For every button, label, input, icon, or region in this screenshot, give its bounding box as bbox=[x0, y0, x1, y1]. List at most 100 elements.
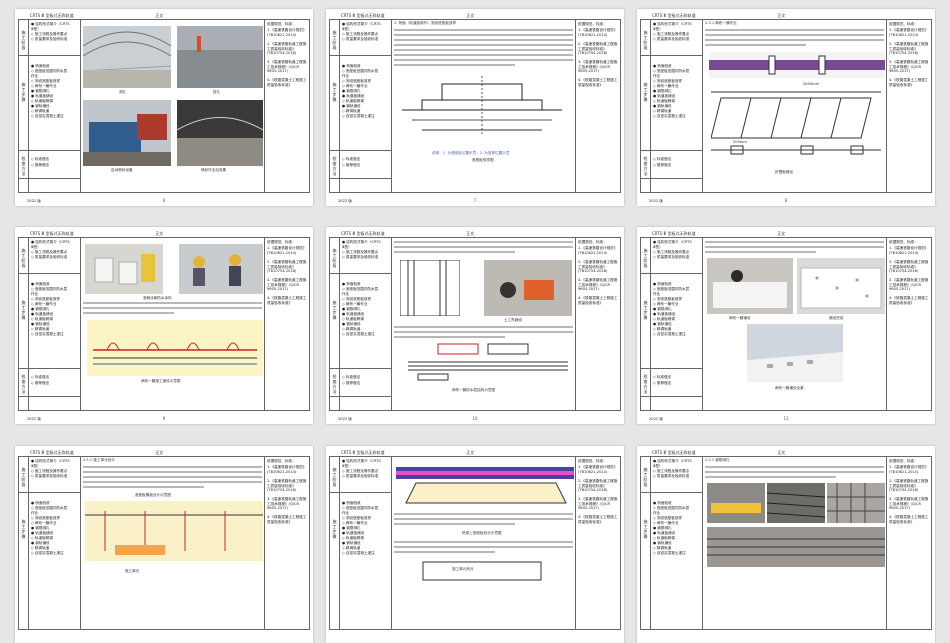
text-label: ● 结构形式简介（CRTS bbox=[342, 459, 381, 463]
text-label: ◇ 施工流程及操作要点 bbox=[342, 469, 379, 473]
text-label: 4.《铁路混凝土工程施工质量验收标准》 bbox=[889, 296, 929, 305]
text-label: 依据规范、标准： bbox=[889, 22, 918, 26]
text-label: 9 bbox=[162, 416, 166, 421]
doc-page-9[interactable]: CRTS Ⅲ 型板式无砟轨道 正文 施工阶段 施工步骤 检查方法 ● 结构形式简介（C… bbox=[15, 227, 313, 424]
text-label: ◇ 推荐做法 bbox=[342, 381, 361, 385]
text-label: 2.5.1 钢筋绑扎 bbox=[705, 458, 730, 462]
doc-page-10[interactable]: CRTS Ⅲ 型板式无砟轨道 正文 施工阶段 施工步骤 检查方法 ● 结构形式简介（C… bbox=[326, 227, 624, 424]
text-label: 作业 bbox=[31, 511, 39, 515]
text-label: ◇ 轨道板精调 bbox=[31, 536, 53, 540]
text-label: 1.《高速铁路设计规范》(TB10621-2014) bbox=[578, 28, 618, 37]
text-label: ● 桥面验收 bbox=[31, 64, 50, 68]
text-label: 施工步骤 bbox=[21, 300, 26, 320]
text-label: 作业 bbox=[653, 511, 661, 515]
photo-result bbox=[177, 100, 263, 166]
photo-laying bbox=[707, 258, 793, 314]
text-label: ● 钢筋绑扎 bbox=[653, 526, 672, 530]
doc-page-8[interactable]: CRTS Ⅲ 型板式无砟轨道 正文 施工阶段 施工步骤 检查方法 ● 结构形式简介（C… bbox=[637, 9, 935, 206]
left-label-column: 施工阶段 施工步骤 检查方法 bbox=[19, 20, 29, 192]
doc-page-14[interactable]: CRTS Ⅲ 型板式无砟轨道 正文 施工阶段 施工步骤 ● 结构形式简介（CRTS Ⅲ… bbox=[637, 446, 935, 643]
text-label: ◇ 轨道板精调 bbox=[653, 317, 675, 321]
doc-page-7[interactable]: CRTS Ⅲ 型板式无砟轨道 正文 施工阶段 施工步骤 检查方法 ● 结构形式简介（C… bbox=[326, 9, 624, 206]
text-label: ◇ 两布一膜作业 bbox=[31, 521, 57, 525]
photo-workers bbox=[179, 244, 263, 294]
page-number: 6 bbox=[162, 198, 166, 203]
photo-geotextile bbox=[484, 260, 572, 316]
doc-page-11[interactable]: CRTS Ⅲ 型板式无砟轨道 正文 施工阶段 施工步骤 检查方法 ● 结构形式简介（C… bbox=[637, 227, 935, 424]
text-label: ◇ 测设底座板放样 bbox=[653, 297, 683, 301]
text-label: ● 桥面验收 bbox=[342, 501, 361, 505]
label-jiance: 检查方法 bbox=[21, 156, 26, 176]
text-label: 3.《高速铁路轨道工程施工技术规程》(Q/CR 9605-2017) bbox=[578, 278, 618, 292]
text-label: ◇ 自密实混凝土灌注 bbox=[342, 114, 375, 118]
text-label: ◇ 质量要求及验收标准 bbox=[31, 37, 68, 41]
text-label: 2.《高速铁路轨道工程施工质量验收标准》(TB10754-2018) bbox=[578, 260, 618, 274]
text-label: ● 轨道板铺设 bbox=[653, 94, 676, 98]
text-label: ◇ 测设底座板放样 bbox=[31, 297, 61, 301]
text-label: ◇ 两布一膜作业 bbox=[342, 302, 368, 306]
text-label: ● 轨道板铺设 bbox=[342, 312, 365, 316]
text-label: ● 钢轨铺设 bbox=[653, 322, 672, 326]
text-label: 施工步骤 bbox=[332, 82, 337, 102]
text-label: 作业 bbox=[342, 511, 350, 515]
toc-column: ● 结构形式简介（CRTS Ⅲ型） ◇ 施工流程及操作要点 ◇ 质量要求及验收标准 ●… bbox=[29, 20, 81, 192]
text-label: ◇ 轨道板精调 bbox=[342, 317, 364, 321]
flow-box bbox=[422, 561, 542, 581]
text-label: ◇ 质量要求及验收标准 bbox=[653, 37, 690, 41]
text-label: ● 轨道板铺设 bbox=[31, 94, 54, 98]
text-label: 3.《高速铁路轨道工程施工技术规程》(Q/CR 9605-2017) bbox=[889, 60, 929, 74]
text-label: 2.《高速铁路轨道工程施工质量验收标准》(TB10754-2018) bbox=[889, 479, 929, 493]
text-label: ◇ 精调轨道 bbox=[31, 546, 50, 550]
text-label: 挤塑板铺设 bbox=[775, 170, 793, 174]
doc-page-13[interactable]: CRTS Ⅲ 型板式无砟轨道 正文 施工阶段 施工步骤 ● 结构形式简介（CRTS Ⅲ… bbox=[326, 446, 624, 643]
text-label: 检查方法 bbox=[643, 374, 648, 394]
text-label: ◇ 施工流程及操作要点 bbox=[653, 469, 690, 473]
board-layout-drawing bbox=[711, 91, 881, 155]
text-label: 3.《高速铁路轨道工程施工技术规程》(Q/CR 9605-2017) bbox=[267, 497, 307, 511]
text-label: 作业 bbox=[342, 74, 350, 78]
text-label: ◇ 底座板范围内防水层 bbox=[31, 287, 68, 291]
text-label: ◇ 推荐做法 bbox=[653, 381, 672, 385]
text-label: 施工步骤 bbox=[643, 300, 648, 320]
doc-page-6[interactable]: CRTS Ⅲ 型板式无砟轨道 正文 施工阶段 施工步骤 检查方法 ● 结构形式简介… bbox=[15, 9, 313, 206]
text-label: Ⅲ型） bbox=[653, 27, 663, 31]
text-label: 依据规范、标准： bbox=[578, 240, 607, 244]
formwork-diagram bbox=[85, 501, 263, 561]
text-label: Ⅲ型） bbox=[653, 245, 663, 249]
text-label: ● 结构形式简介（CRTS bbox=[653, 459, 692, 463]
text-label: 8 bbox=[784, 198, 788, 203]
text-label: 两布一膜施工铺设示意图 bbox=[141, 379, 181, 383]
text-label: Ⅲ型） bbox=[342, 27, 352, 31]
text-label: 4.《铁路混凝土工程施工质量验收标准》 bbox=[578, 515, 618, 524]
text-label: ◇ 精调轨道 bbox=[653, 546, 672, 550]
text-label: ● 结构形式简介（CRTS bbox=[653, 240, 692, 244]
photo-greenhouse bbox=[83, 26, 171, 88]
text-label: 1.《高速铁路设计规范》(TB10621-2014) bbox=[578, 465, 618, 474]
text-label: 4.《铁路混凝土工程施工质量验收标准》 bbox=[578, 78, 618, 87]
reference-column: 依据规范、标准： 1.《高速铁路设计规范》(TB10621-2014) 2.《高速铁… bbox=[264, 20, 309, 192]
text-label: ◇ 标准做法 bbox=[653, 375, 672, 379]
text-label: 桥梁上底座板划分示意图 bbox=[462, 531, 502, 535]
text-label: ◇ 自密实混凝土灌注 bbox=[653, 332, 686, 336]
text-label: ◇ 轨道板精调 bbox=[653, 99, 675, 103]
text-label: ● 桥面验收 bbox=[653, 282, 672, 286]
setout-drawing bbox=[402, 76, 562, 136]
text-label: ◇ 质量要求及验收标准 bbox=[653, 474, 690, 478]
text-label: ◇ 施工流程及操作要点 bbox=[31, 469, 68, 473]
text-label: Ⅲ型） bbox=[31, 464, 41, 468]
text-label: 施工步骤 bbox=[21, 519, 26, 539]
text-label: ◇ 底座板范围内防水层 bbox=[342, 69, 379, 73]
text-label: ◇ 质量要求及验收标准 bbox=[342, 255, 379, 259]
doc-page-12[interactable]: CRTS Ⅲ 型板式无砟轨道 正文 施工阶段 施工步骤 ● 结构形式简介（CRTS Ⅲ… bbox=[15, 446, 313, 643]
text-label: 3.《高速铁路轨道工程施工技术规程》(Q/CR 9605-2017) bbox=[267, 60, 307, 74]
photo-rebar-processing bbox=[707, 483, 765, 523]
photo-overview bbox=[747, 324, 843, 382]
text-label: 11 bbox=[783, 416, 789, 421]
text-label: 2.3.1 两布一膜作业 bbox=[705, 21, 737, 25]
text-label: ◇ 自密实混凝土灌注 bbox=[31, 551, 64, 555]
text-label: ◇ 两布一膜作业 bbox=[342, 84, 368, 88]
text-label: 2.《高速铁路轨道工程施工质量验收标准》(TB10754-2018) bbox=[578, 479, 618, 493]
label-gongyi: 施工阶段 bbox=[21, 30, 26, 50]
text-label: ◇ 施工流程及操作要点 bbox=[31, 32, 68, 36]
label-buzhou: 施工步骤 bbox=[21, 82, 26, 102]
